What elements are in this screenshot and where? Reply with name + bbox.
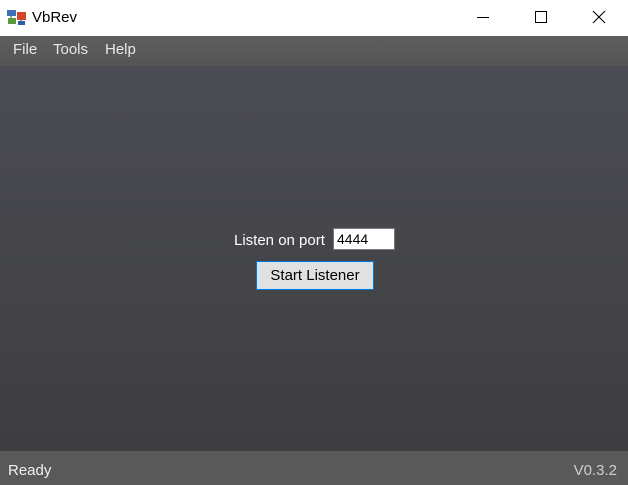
start-listener-button[interactable]: Start Listener <box>256 261 374 290</box>
version-label: V0.3.2 <box>573 462 617 479</box>
main-panel: Listen on port Start Listener <box>0 66 628 451</box>
menu-help[interactable]: Help <box>103 41 138 59</box>
vbrev-window: VbRev File Tools Help Listen on port 444… <box>0 0 628 485</box>
menu-tools[interactable]: Tools <box>51 41 90 59</box>
vbrev-app-icon <box>7 9 27 26</box>
maximize-button[interactable] <box>512 0 570 34</box>
menu-bar: File Tools Help <box>0 36 628 66</box>
menu-file[interactable]: File <box>11 41 39 59</box>
port-label: Listen on port <box>234 232 325 249</box>
minimize-button[interactable] <box>454 0 512 34</box>
status-text: Ready <box>8 462 52 479</box>
close-button[interactable] <box>570 0 628 34</box>
status-bar: Ready V0.3.2 <box>0 451 628 485</box>
port-input[interactable] <box>333 228 395 250</box>
window-title: VbRev <box>32 9 78 26</box>
title-bar[interactable]: VbRev <box>0 0 628 36</box>
